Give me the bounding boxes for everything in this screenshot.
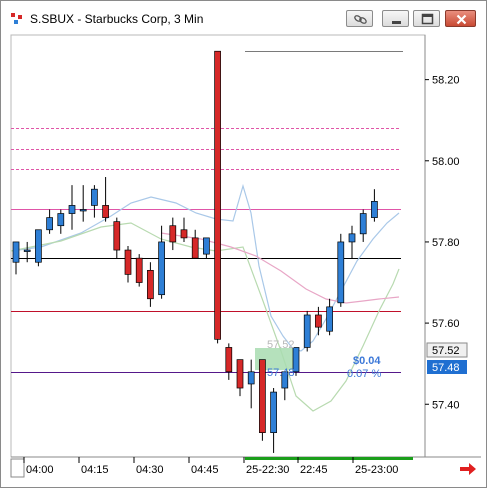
candle-body xyxy=(225,347,233,373)
time-tick-label: 04:00 xyxy=(26,464,54,476)
candle[interactable] xyxy=(303,310,311,352)
candle-body xyxy=(169,225,177,243)
profit-percent-label: 0.07 % xyxy=(347,368,381,380)
current-price-label: 57.48 xyxy=(432,362,460,374)
candle-body xyxy=(259,359,266,434)
candle-body xyxy=(191,237,199,259)
candle-body xyxy=(91,188,98,206)
session-bar xyxy=(245,457,413,460)
candle-body xyxy=(236,359,244,389)
candle[interactable] xyxy=(337,233,345,307)
candle-body xyxy=(102,205,109,218)
candle-body xyxy=(46,217,53,231)
time-tick-label: 04:30 xyxy=(136,464,164,476)
candle-body xyxy=(180,229,188,239)
price-tick-label: 58.00 xyxy=(432,156,460,168)
candle-body xyxy=(203,237,210,255)
profit-loss-label: $0.04 xyxy=(353,355,381,367)
candle[interactable] xyxy=(214,50,221,344)
candle-body xyxy=(68,205,76,214)
last-price-label: 57.52 xyxy=(432,345,460,357)
candle-body xyxy=(359,213,367,235)
candle-body xyxy=(12,241,20,263)
candle-body xyxy=(326,306,333,332)
candle-body xyxy=(147,269,154,300)
candle-body xyxy=(303,314,311,348)
time-tick-label: 04:45 xyxy=(191,464,219,476)
candle-body xyxy=(348,233,356,243)
price-tick-label: 57.60 xyxy=(432,318,460,330)
time-axis-scroll-box[interactable] xyxy=(10,458,25,478)
candle-body xyxy=(337,241,345,304)
price-chart[interactable]: 57.52 $0.04 0.07 % 57.48 58.20 58.00 57.80… xyxy=(1,1,487,489)
candle-body xyxy=(35,229,42,263)
candle-body xyxy=(371,201,378,218)
candle-body xyxy=(113,221,121,251)
candle[interactable] xyxy=(35,229,42,267)
candle[interactable] xyxy=(135,254,143,287)
candle-body xyxy=(124,249,132,275)
candle-body xyxy=(79,209,87,212)
candle-body xyxy=(23,249,31,252)
time-tick-label: 22:45 xyxy=(300,464,328,476)
entry-price-label: 57.52 xyxy=(267,339,295,351)
candle[interactable] xyxy=(259,359,266,441)
price-tick-label: 58.20 xyxy=(432,75,460,87)
price-tick-label: 57.80 xyxy=(432,237,460,249)
candle-body xyxy=(247,371,255,385)
candle-body xyxy=(315,314,322,328)
position-price-label: 57.48 xyxy=(267,367,295,379)
candle-body xyxy=(135,257,143,283)
scroll-right-arrow-icon[interactable] xyxy=(460,463,476,475)
time-tick-label: 25-23:00 xyxy=(355,464,398,476)
time-tick-label: 04:15 xyxy=(81,464,109,476)
candle-body xyxy=(214,50,221,340)
price-tick-label: 57.40 xyxy=(432,399,460,411)
candle-body xyxy=(158,241,165,296)
time-tick-label: 25-22:30 xyxy=(246,464,289,476)
chart-window: S.SBUX - Starbucks Corp, 3 Min 57.52 $0.… xyxy=(0,0,487,488)
candle-body xyxy=(57,213,65,227)
candle-body xyxy=(270,391,277,434)
